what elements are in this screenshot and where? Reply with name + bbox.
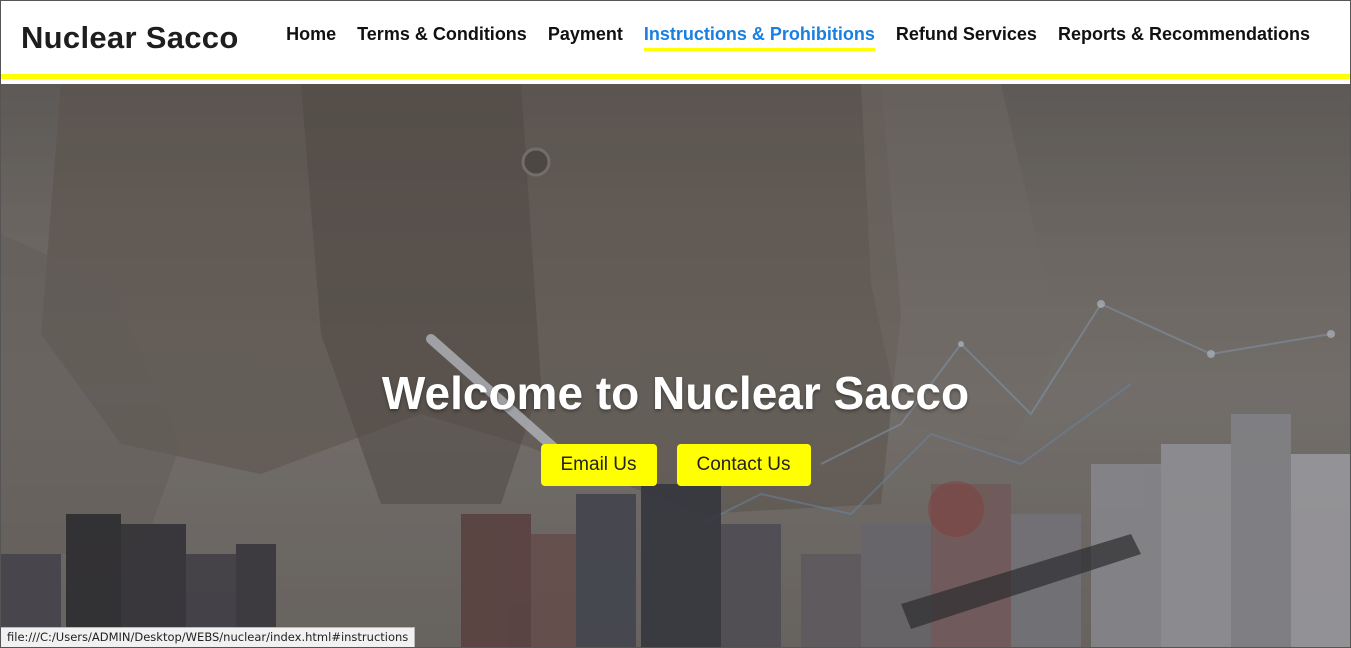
hero-button-group: Email Us Contact Us xyxy=(1,444,1350,486)
hero-title: Welcome to Nuclear Sacco xyxy=(381,367,970,419)
nav-refund-link[interactable]: Refund Services xyxy=(896,24,1037,51)
hero-section: Welcome to Nuclear Sacco Email Us Contac… xyxy=(1,84,1350,647)
hero-content: Welcome to Nuclear Sacco Email Us Contac… xyxy=(1,366,1350,486)
browser-status-url: file:///C:/Users/ADMIN/Desktop/WEBS/nucl… xyxy=(1,627,416,647)
site-header: Nuclear Sacco Home Terms & Conditions Pa… xyxy=(1,1,1350,79)
nav-reports-link[interactable]: Reports & Recommendations xyxy=(1058,24,1310,51)
nav-payment-link[interactable]: Payment xyxy=(548,24,623,51)
nav-home-link[interactable]: Home xyxy=(286,24,336,51)
main-nav: Home Terms & Conditions Payment Instruct… xyxy=(286,24,1310,51)
site-logo[interactable]: Nuclear Sacco xyxy=(21,20,239,56)
contact-us-button[interactable]: Contact Us xyxy=(676,444,811,486)
email-us-button[interactable]: Email Us xyxy=(540,444,657,486)
nav-instructions-link[interactable]: Instructions & Prohibitions xyxy=(643,24,875,51)
nav-terms-link[interactable]: Terms & Conditions xyxy=(357,24,527,51)
browser-viewport: Nuclear Sacco Home Terms & Conditions Pa… xyxy=(0,0,1351,648)
